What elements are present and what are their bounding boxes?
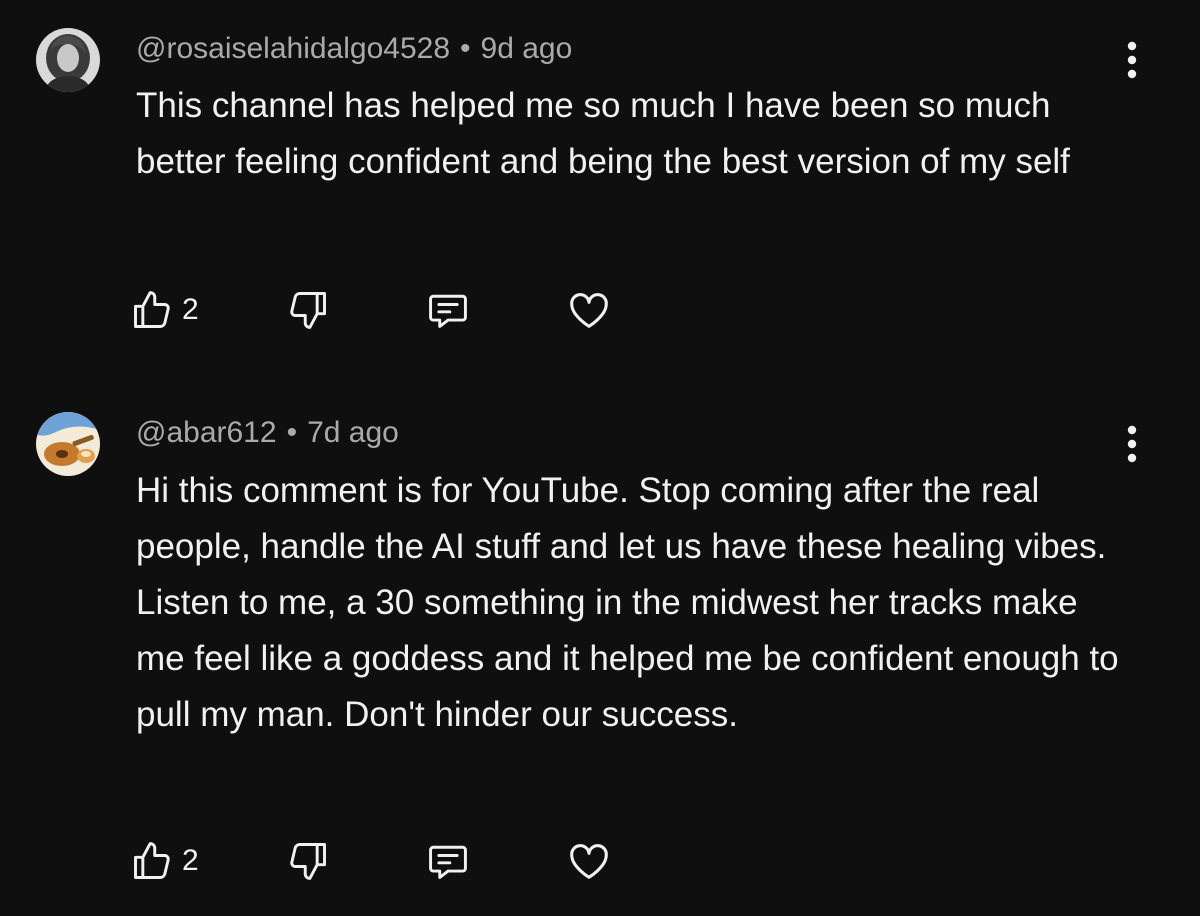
like-count: 2 [182,844,199,877]
thumb-up-icon [134,291,170,328]
comment-time[interactable]: 7d ago [307,416,399,449]
more-options-button[interactable] [1112,32,1152,88]
dislike-button[interactable] [286,282,426,338]
thumb-up-icon [134,842,170,879]
avatar[interactable] [36,28,100,92]
comment-meta: @abar612 • 7d ago [136,415,399,451]
reply-icon [429,294,467,328]
comment-meta: @rosaiselahidalgo4528 • 9d ago [136,31,572,67]
comment-author[interactable]: @abar612 [136,416,277,449]
like-button[interactable]: 2 [130,833,286,889]
comment: @abar612 • 7d ago Hi this comment is for Y… [0,384,1200,916]
meta-separator: • [286,416,298,449]
meta-separator: • [460,32,471,65]
heart-icon [570,844,608,879]
avatar-image [36,412,100,476]
comment-author[interactable]: @rosaiselahidalgo4528 [136,32,450,65]
like-button[interactable]: 2 [130,282,286,338]
reply-button[interactable] [426,282,566,338]
comment-actions: 2 [130,282,626,338]
heart-button[interactable] [566,833,626,889]
avatar[interactable] [36,412,100,476]
comment-text: Hi this comment is for YouTube. Stop com… [136,471,1119,734]
more-vert-icon [1127,41,1137,79]
avatar-photo [36,28,100,92]
reply-icon [429,845,467,879]
heart-button[interactable] [566,282,626,338]
more-options-button[interactable] [1112,416,1152,472]
comment-time[interactable]: 9d ago [481,32,573,65]
comment-actions: 2 [130,833,626,889]
thumb-down-icon [290,843,326,880]
like-count: 2 [182,293,199,326]
more-vert-icon [1127,425,1137,463]
heart-icon [570,293,608,328]
comment-text: This channel has helped me so much I hav… [136,86,1070,181]
thumb-down-icon [290,292,326,329]
reply-button[interactable] [426,833,566,889]
dislike-button[interactable] [286,833,426,889]
comment: @rosaiselahidalgo4528 • 9d ago This channe… [0,0,1200,360]
